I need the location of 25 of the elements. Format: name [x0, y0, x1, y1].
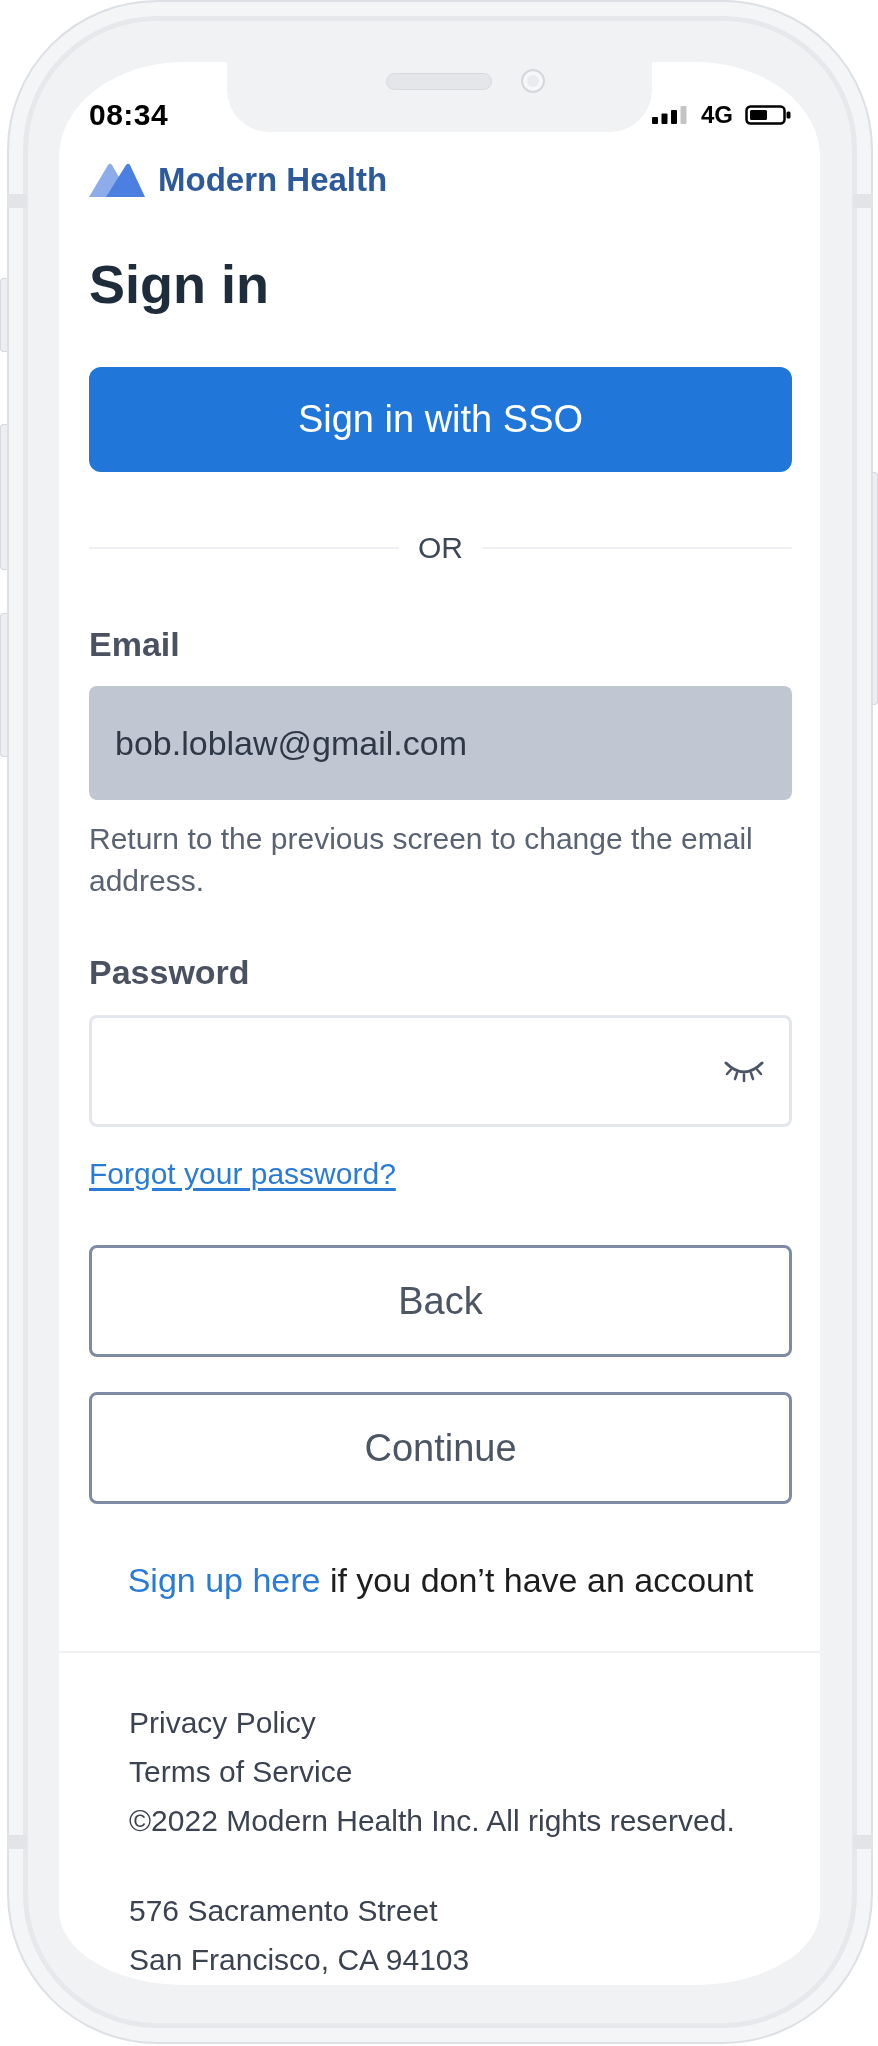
battery-icon — [745, 105, 791, 125]
footer-link[interactable]: Privacy Policy — [129, 1698, 316, 1747]
signal-icon — [652, 106, 687, 124]
footer-link[interactable]: Terms of Service — [129, 1747, 353, 1796]
signup-link[interactable]: Sign up here — [127, 1561, 321, 1599]
page-title: Sign in — [89, 253, 269, 316]
brand-name: Modern Health — [158, 160, 388, 200]
email-help-text: Return to the previous screen to change the email address. — [89, 821, 754, 899]
sso-button[interactable]: Sign in with SSO — [89, 367, 792, 472]
status-time: 08:34 — [89, 97, 169, 133]
divider-label: OR — [418, 530, 463, 566]
back-button[interactable]: Back — [89, 1245, 792, 1357]
password-label: Password — [89, 952, 250, 993]
camera-lens-icon — [521, 69, 545, 93]
forgot-password-link[interactable]: Forgot your password? — [89, 1157, 396, 1190]
network-label: 4G — [701, 101, 733, 129]
speaker-grille-icon — [386, 73, 492, 90]
continue-button[interactable]: Continue — [89, 1392, 792, 1504]
address-line: 576 Sacramento Street — [129, 1893, 438, 1929]
copyright-text: ©2022 Modern Health Inc. All rights reserved. — [129, 1803, 735, 1839]
signup-prompt: Sign up here if you don’t have an account — [127, 1560, 754, 1601]
address-line: San Francisco, CA 94103 — [129, 1942, 470, 1978]
brand-logo-icon — [89, 163, 145, 197]
email-label: Email — [89, 624, 180, 665]
password-field[interactable] — [89, 1015, 792, 1127]
